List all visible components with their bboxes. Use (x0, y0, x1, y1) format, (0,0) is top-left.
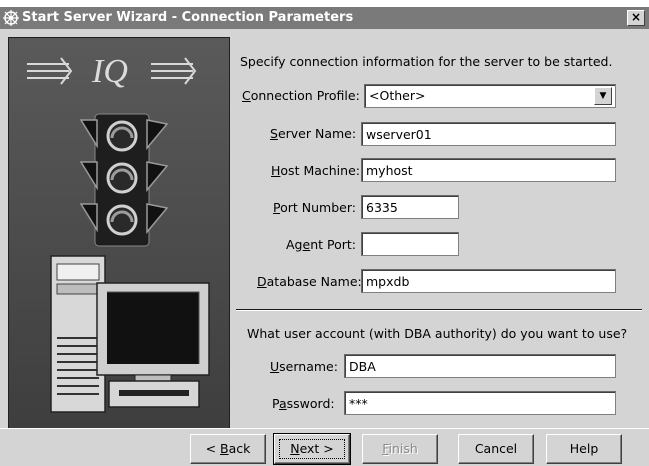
finish-button[interactable]: Finish (362, 434, 438, 464)
port-number-input[interactable] (361, 195, 459, 219)
password-accel: a (278, 396, 287, 411)
username-input[interactable] (344, 354, 616, 378)
password-label-pre: P (272, 396, 279, 411)
section-divider (236, 309, 642, 311)
username-label-text: sername: (279, 359, 338, 374)
connection-profile-label-text: onnection Profile: (250, 88, 360, 103)
close-icon: × (630, 10, 642, 24)
database-name-input[interactable] (361, 269, 616, 293)
connection-profile-dropdown-button[interactable]: ▼ (594, 87, 612, 105)
connection-profile-value: <Other> (369, 88, 426, 103)
close-button[interactable]: × (627, 10, 645, 26)
back-button[interactable]: < Back (190, 434, 266, 464)
agent-port-label: Agent Port: (286, 237, 356, 252)
agent-port-input[interactable] (361, 232, 459, 256)
database-name-label-text: atabase Name: (266, 274, 362, 289)
username-accel: U (270, 359, 280, 374)
logo-text: IQ (91, 53, 128, 90)
server-name-label-text: erver Name: (277, 126, 357, 141)
user-account-question: What user account (with DBA authority) d… (247, 326, 628, 341)
connection-profile-label: Connection Profile: (242, 88, 360, 103)
agent-port-label-text: nt Port: (310, 237, 356, 252)
back-label-pre: < (205, 441, 221, 456)
wizard-app-icon (3, 10, 19, 26)
connection-profile-select[interactable]: <Other> (364, 84, 616, 108)
password-label: Password: (272, 396, 335, 411)
wizard-illustration: IQ (8, 37, 230, 429)
chevron-down-icon: ▼ (599, 91, 607, 101)
title-bar[interactable]: Start Server Wizard - Connection Paramet… (0, 7, 649, 29)
back-label-text: ack (228, 441, 251, 456)
password-label-text: ssword: (286, 396, 335, 411)
help-button[interactable]: Help (546, 434, 622, 464)
host-machine-label-text: ost Machine: (280, 163, 360, 178)
port-number-label-text: ort Number: (280, 200, 356, 215)
intro-text: Specify connection information for the s… (240, 54, 613, 69)
next-accel: N (290, 441, 300, 456)
host-machine-accel: H (271, 163, 281, 178)
next-label-text: ext > (299, 441, 334, 456)
monitor-icon (96, 282, 210, 408)
port-number-label: Port Number: (273, 200, 356, 215)
host-machine-label: Host Machine: (271, 163, 360, 178)
database-name-accel: D (257, 274, 267, 289)
window-title: Start Server Wizard - Connection Paramet… (22, 10, 354, 25)
username-label: Username: (270, 359, 338, 374)
cancel-label: Cancel (474, 441, 518, 456)
database-name-label: Database Name: (257, 274, 362, 289)
cancel-button[interactable]: Cancel (458, 434, 534, 464)
wizard-window: Start Server Wizard - Connection Paramet… (0, 7, 649, 466)
connection-profile-accel: C (242, 88, 251, 103)
finish-label-text: inish (388, 441, 418, 456)
server-name-input[interactable] (361, 122, 616, 146)
help-label: Help (569, 441, 599, 456)
back-accel: B (220, 441, 229, 456)
button-bar-divider (0, 428, 649, 429)
next-button[interactable]: Next > (273, 433, 351, 465)
agent-port-label-pre: Ag (286, 237, 303, 252)
server-name-accel: S (270, 126, 278, 141)
server-name-label: Server Name: (270, 126, 356, 141)
host-machine-input[interactable] (361, 158, 616, 182)
password-input[interactable] (344, 391, 616, 415)
illustration-art: IQ (9, 38, 229, 428)
background-page-strip (0, 0, 649, 7)
